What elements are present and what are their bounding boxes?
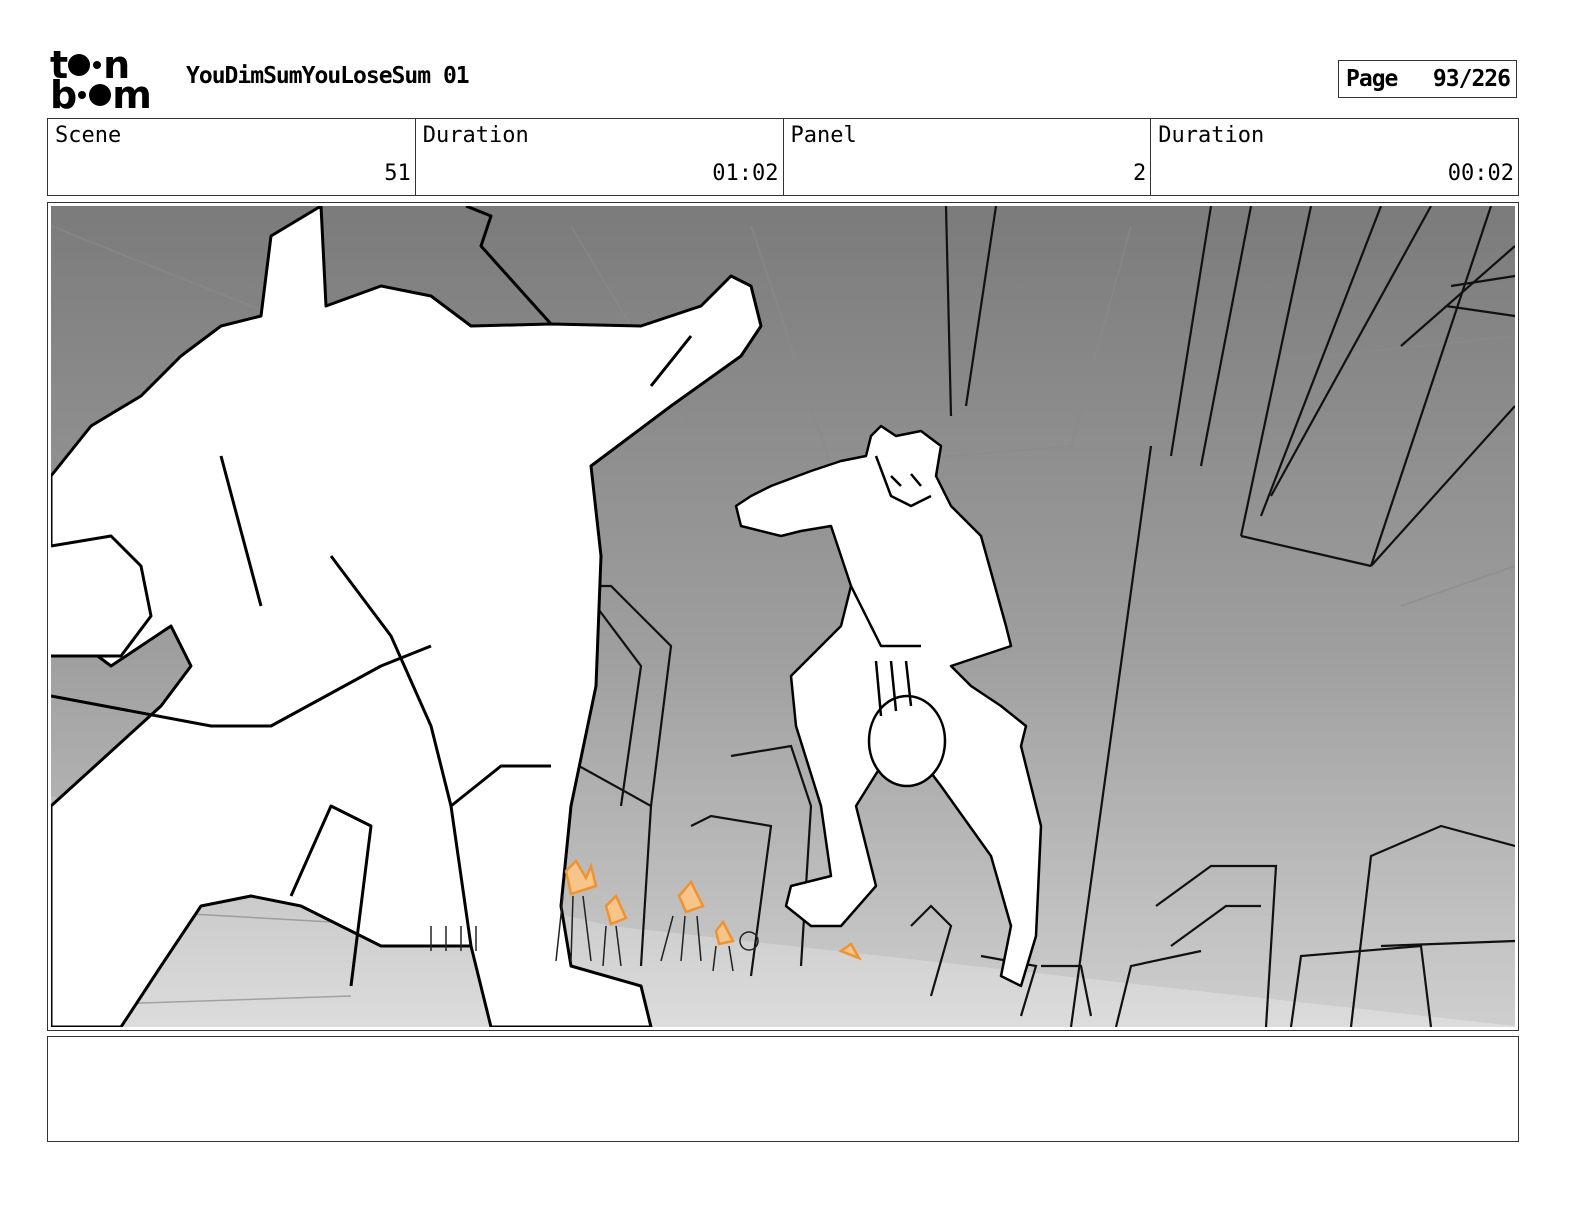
scene-info-row: Scene 51 Duration 01:02 Panel 2 Duration… — [47, 118, 1519, 196]
project-title: YouDimSumYouLoseSum 01 — [186, 63, 470, 89]
page-number: 93/226 — [1432, 66, 1511, 92]
scene-duration-label: Duration — [422, 123, 529, 148]
logo-letter-m: m — [112, 73, 152, 117]
scene-label: Scene — [55, 123, 122, 148]
logo-dot-small — [78, 91, 87, 99]
scene-duration-cell: Duration 01:02 — [416, 119, 784, 195]
storyboard-panel-drawing — [51, 206, 1515, 1027]
panel-duration-value: 00:02 — [1447, 161, 1514, 186]
panel-value: 2 — [1133, 161, 1147, 186]
logo-letter-b: b — [50, 73, 77, 117]
panel-duration-cell: Duration 00:02 — [1151, 119, 1518, 195]
page-indicator: Page 93/226 — [1338, 60, 1517, 98]
scene-value: 51 — [384, 161, 411, 186]
notes-box — [47, 1036, 1519, 1142]
scene-duration-value: 01:02 — [712, 161, 779, 186]
logo-dot — [89, 84, 112, 106]
panel-duration-label: Duration — [1158, 123, 1265, 148]
scene-cell: Scene 51 — [48, 119, 416, 195]
logo-dot-small — [93, 61, 102, 69]
toonboom-logo: t n b m — [50, 46, 165, 117]
panel-cell: Panel 2 — [784, 119, 1152, 195]
panel-label: Panel — [790, 123, 857, 148]
page-label: Page — [1346, 66, 1398, 92]
